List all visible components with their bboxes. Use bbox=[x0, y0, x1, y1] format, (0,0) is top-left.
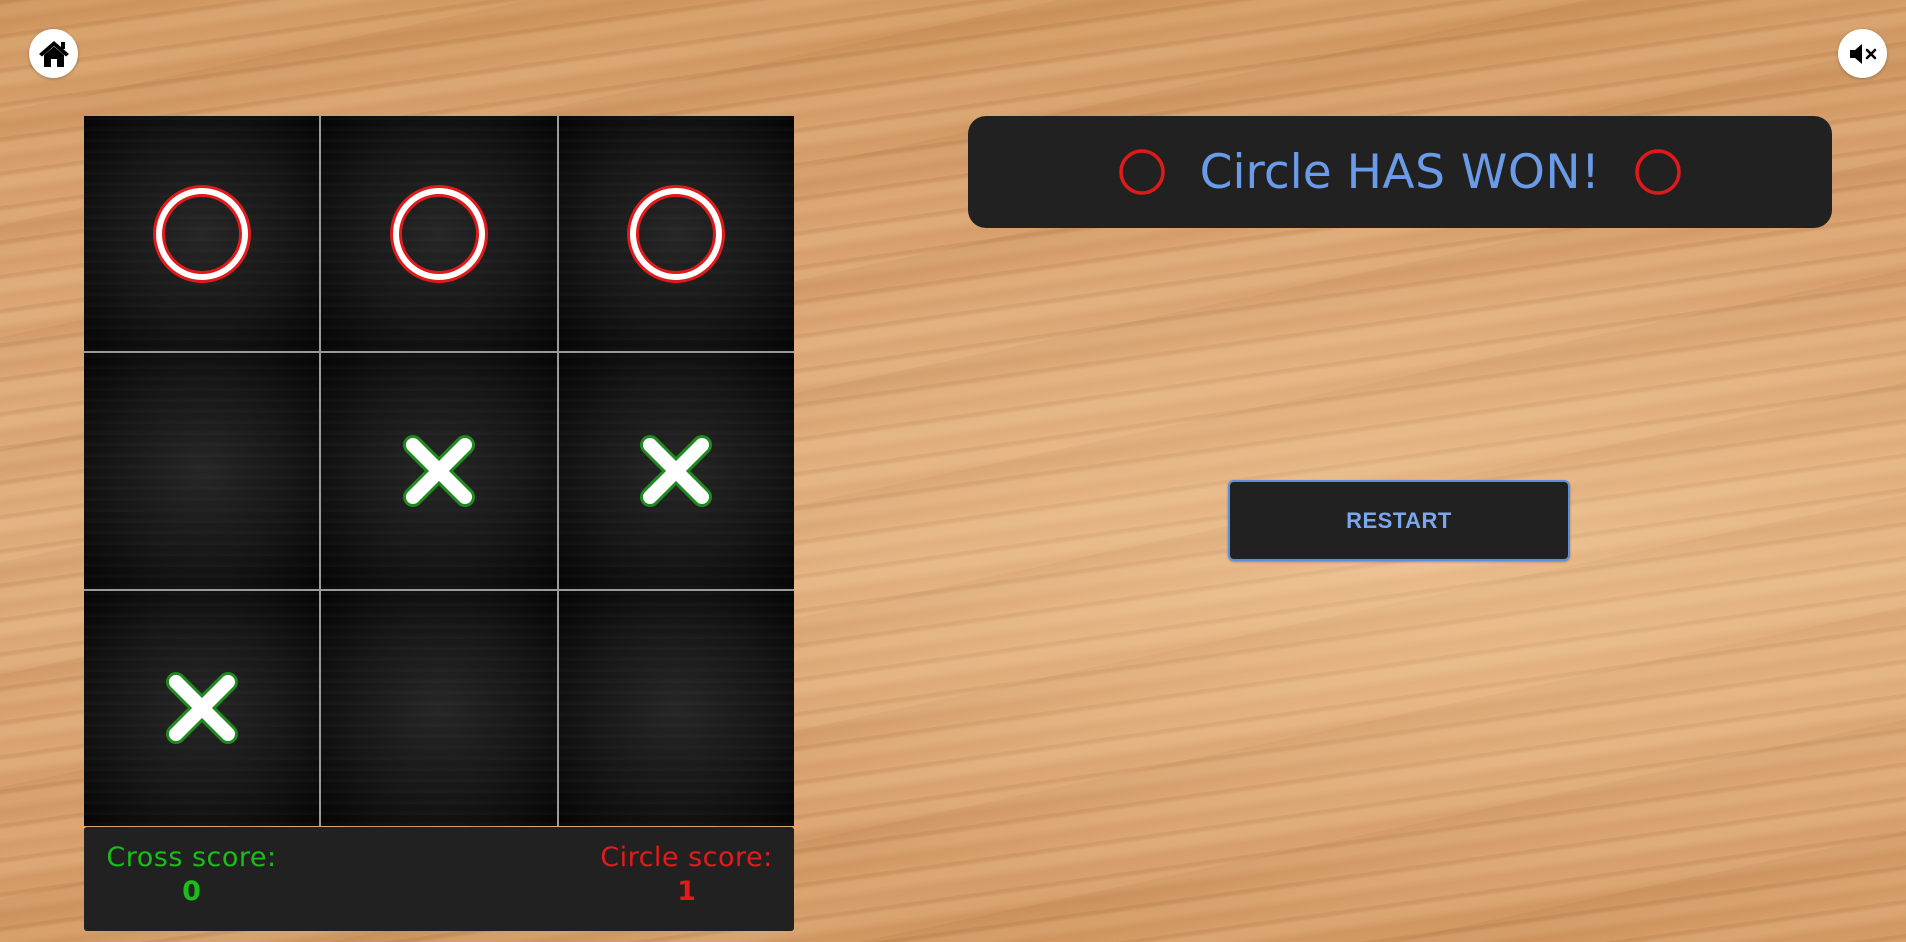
board-cell[interactable] bbox=[321, 590, 557, 827]
restart-button[interactable]: RESTART bbox=[1228, 480, 1570, 561]
board-cell[interactable] bbox=[84, 116, 320, 352]
winner-message: Circle HAS WON! bbox=[1200, 145, 1601, 200]
board-cell[interactable] bbox=[558, 353, 795, 589]
board-cell[interactable] bbox=[321, 353, 557, 589]
circle-score-value: 1 bbox=[677, 876, 696, 907]
winner-player: Circle bbox=[1199, 144, 1332, 200]
speaker-muted-icon bbox=[1849, 43, 1876, 64]
home-icon bbox=[38, 40, 69, 67]
circle-mark-icon bbox=[627, 184, 726, 283]
game-board bbox=[84, 116, 795, 827]
winner-verdict: HAS WON! bbox=[1346, 144, 1601, 200]
circle-mark-icon bbox=[389, 184, 488, 283]
circle-score: Circle score: 1 bbox=[594, 841, 779, 909]
cross-mark-icon bbox=[165, 672, 238, 745]
cross-score-value: 0 bbox=[182, 876, 201, 907]
cross-mark-icon bbox=[640, 434, 713, 507]
circle-icon bbox=[1635, 149, 1682, 195]
home-button[interactable] bbox=[29, 29, 78, 78]
cross-score-label: Cross score: bbox=[106, 842, 277, 873]
circle-mark-icon bbox=[152, 184, 251, 283]
circle-icon bbox=[1118, 149, 1165, 195]
board-cell[interactable] bbox=[84, 353, 320, 589]
board-cell[interactable] bbox=[558, 116, 795, 352]
circle-score-label: Circle score: bbox=[600, 842, 773, 873]
board-cell[interactable] bbox=[558, 590, 795, 827]
cross-mark-icon bbox=[402, 434, 475, 507]
board-cell[interactable] bbox=[84, 590, 320, 827]
mute-button[interactable] bbox=[1838, 29, 1887, 78]
score-panel: Cross score: 0 Circle score: 1 bbox=[84, 827, 794, 931]
cross-score: Cross score: 0 bbox=[99, 841, 284, 909]
winner-banner: Circle HAS WON! bbox=[968, 116, 1832, 228]
board-cell[interactable] bbox=[321, 116, 557, 352]
